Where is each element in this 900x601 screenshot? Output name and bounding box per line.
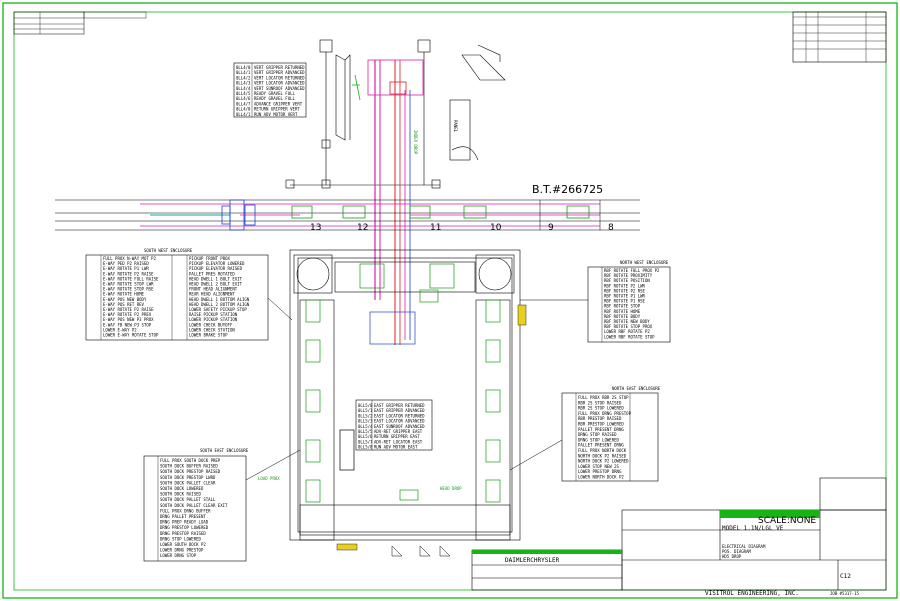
legend-item: LOWER BRAKE STOP — [189, 333, 228, 338]
head-drop-label: HEAD DROP — [440, 486, 462, 491]
legend-item: FULL PROX DRNG BUFFER — [160, 508, 211, 513]
station-8: 8 — [608, 223, 614, 233]
legend-item: SOUTH DOCK BUFFER RAISED — [160, 464, 218, 469]
client-name: DAIMLERCHRYSLER — [505, 557, 560, 564]
nee-header: NORTH EAST ENCLOSURE — [612, 386, 661, 391]
legend-item: SOUTH DOCK RAISED — [160, 492, 202, 497]
legend-item: SOUTH DOCK PALLET CLEAR — [160, 480, 216, 485]
legend-item: LOWER PRESTOP DRNG — [578, 469, 622, 474]
color-risers — [352, 59, 424, 345]
legend-item: DRNG PRESTOP LOWERED — [160, 525, 209, 530]
station-10: 10 — [490, 223, 502, 233]
sheet-number: C12 — [840, 573, 851, 580]
legend-item: FULL PROX SOUTH DOCK PREP — [160, 458, 221, 463]
legend-item: RBR PRESTOP RAISED — [578, 416, 622, 421]
station-13: 13 — [310, 223, 321, 233]
side-devices — [305, 263, 501, 503]
model-label: MODEL 1.1N/LGL VE — [722, 525, 784, 532]
legend-item: SOUTH DOCK PALLET CLEAR EXIT — [160, 503, 228, 508]
station-12: 12 — [357, 223, 368, 233]
legend-item: DRNG STOP LOWERED — [578, 437, 620, 442]
legend-item: LOWER E-WAY ROTATE STOP — [103, 333, 159, 338]
bt-number: B.T.#266725 — [532, 183, 603, 196]
title-block — [471, 477, 887, 591]
legend-item: PALLET PRESENT DRNG — [578, 427, 624, 432]
legend-item: LOWER STOP NEW 2S — [578, 464, 620, 469]
legend-item: FULL PROX RBR 2S STOP — [578, 395, 629, 400]
job-number: JOB #5317-15 — [830, 591, 859, 596]
upper-label-1: PANEL — [453, 120, 458, 133]
legend-item: NORTH DOCK P2 RAISED — [578, 453, 627, 458]
legend-item: DRNG PALLET PRESENT — [160, 514, 206, 519]
legend-item: SOUTH DOCK LOWERED — [160, 486, 204, 491]
legend-item: RBR 2S STOP LOWERED — [578, 406, 624, 411]
ne-header: NORTH WEST ENCLOSURE — [620, 260, 669, 265]
bottom-symbols — [391, 545, 451, 557]
center-frame — [369, 311, 416, 345]
legend-item: DRNG STOP RAISED — [578, 432, 617, 437]
legend-item: SOUTH DOCK PRESTOP LWRD — [160, 475, 216, 480]
legend-item: RBR 2S STOP RAISED — [578, 400, 622, 405]
legend-item: SOUTH DOCK PRESTOP RAISED — [160, 469, 221, 474]
revision-block-top-left — [13, 11, 147, 35]
legend-item: FULL PROX NORTH DOCK — [578, 448, 627, 453]
legend-code: 0LL5/0 — [358, 445, 373, 450]
legend-item: RUN ADV MOTOR EAST — [374, 445, 418, 450]
legend-item: DRNG PREP READY LOAD — [160, 520, 209, 525]
legend-item: DRNG PRESTOP RAISED — [160, 531, 206, 536]
legend-item: LOWER NORTH DOCK P2 — [578, 475, 624, 480]
legend-item: LOWER SOUTH DOCK P2 — [160, 542, 206, 547]
legend-item: LOWER DRNG PRESTOP — [160, 548, 204, 553]
electrical-layout-drawing: PANEL INDEX DROP 13 12 11 10 9 8 B.T.#26… — [2, 2, 898, 599]
legend-item: LOWER DRNG STOP — [160, 553, 197, 558]
motor-symbols — [293, 254, 515, 294]
legend-item: RUN ADV MOTOR VERT — [254, 112, 298, 117]
legend-item: DRNG STOP LOWERED — [160, 536, 202, 541]
sw-leader — [267, 297, 293, 321]
index-drop-label: INDEX DROP — [413, 130, 418, 155]
legend-item: RBR PRESTOP LOWERED — [578, 422, 624, 427]
legend-item: NORTH DOCK P2 LOWERED — [578, 459, 629, 464]
revision-block-top-right — [792, 11, 887, 63]
legend-code: 0LL4/1 — [236, 112, 251, 117]
legend-item: SOUTH DOCK PALLET STALL — [160, 497, 216, 502]
sw-header: SOUTH WEST ENCLOSURE — [144, 248, 193, 253]
load-prox-label: LOAD PROX — [258, 476, 280, 481]
legend-top-rows: 0LL4/0 VERT GRIPPER RETURNED0LL4/1 VERT GR… — [236, 65, 305, 117]
legend-item: PALLET PRESENT DRNG — [578, 443, 624, 448]
drop-label: HD5 DROP — [722, 554, 742, 559]
legend-item: FULL PROX DRNG PRESTOP — [578, 411, 632, 416]
legend-east-rows: 0LL5/0 EAST GRIPPER RETURNED0LL5/1 EAST GR… — [358, 403, 425, 450]
nee-leader — [509, 439, 563, 471]
legend-item: LOWER RBF ROTATE STOP — [604, 334, 655, 339]
station-numbers: 13 12 11 10 9 8 — [310, 223, 614, 233]
scale-label: SCALE:NONE — [758, 516, 816, 526]
station-11: 11 — [430, 223, 441, 233]
se-header: SOUTH EAST ENCLOSURE — [200, 448, 249, 453]
station-9: 9 — [548, 223, 554, 233]
company-name: VISITROL ENGINEERING, INC. — [705, 590, 799, 597]
